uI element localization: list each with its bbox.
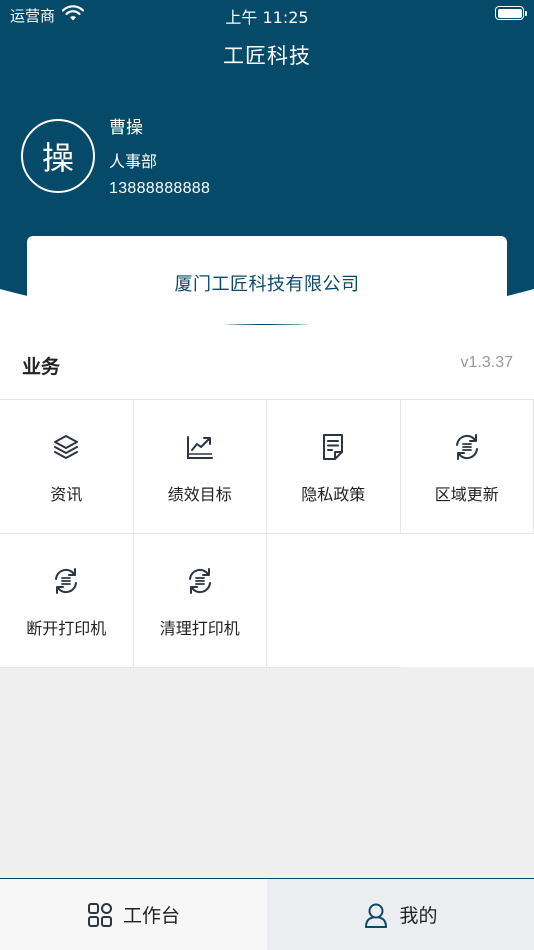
- tab-label: 工作台: [122, 905, 180, 927]
- grid-item-news[interactable]: 资讯: [0, 400, 134, 534]
- tab-label: 我的: [399, 905, 438, 927]
- version-label: v1.3.37: [460, 354, 513, 371]
- grid-item-label: 隐私政策: [301, 485, 366, 504]
- battery-icon: [495, 6, 527, 20]
- chart-trend-icon: [186, 436, 213, 459]
- grid-item-label: 断开打印机: [26, 619, 107, 638]
- user-phone: 13888888888: [109, 180, 211, 197]
- refresh-icon: [455, 434, 478, 460]
- grid-icon: [87, 902, 112, 927]
- page-title: 工匠科技: [223, 44, 311, 68]
- section-title: 业务: [22, 356, 61, 378]
- status-time: 上午 11:25: [225, 8, 309, 27]
- grid-item-label: 区域更新: [434, 485, 499, 504]
- avatar[interactable]: 操: [21, 119, 95, 193]
- business-section: 业务 v1.3.37 资讯 绩效目标 隐私政策 区域更新 断开打印机 清理打印机: [0, 332, 534, 668]
- refresh-icon: [55, 568, 78, 594]
- layers-icon: [54, 435, 79, 459]
- company-name: 厦门工匠科技有限公司: [174, 274, 360, 295]
- grid-item-label: 绩效目标: [167, 485, 232, 504]
- company-card[interactable]: 厦门工匠科技有限公司: [27, 236, 507, 324]
- grid-item-privacy[interactable]: 隐私政策: [267, 400, 401, 534]
- grid-item-label: 资讯: [50, 485, 83, 504]
- user-department: 人事部: [109, 152, 158, 171]
- tab-workbench[interactable]: 工作台: [0, 879, 267, 950]
- refresh-icon: [188, 568, 211, 594]
- user-icon: [365, 903, 388, 928]
- grid-item-disconnect-printer[interactable]: 断开打印机: [0, 534, 134, 668]
- screen: 运营商 上午 11:25 工匠科技 操 曹操 人事部 13888888888 厦…: [0, 0, 534, 950]
- document-icon: [323, 434, 344, 460]
- tab-bar: 工作台 我的: [0, 878, 534, 950]
- grid-empty-cell: [267, 534, 401, 668]
- tab-mine[interactable]: 我的: [267, 879, 534, 950]
- grid-item-label: 清理打印机: [159, 619, 240, 638]
- grid-item-performance[interactable]: 绩效目标: [133, 400, 267, 534]
- status-bar: 运营商 上午 11:25: [0, 0, 534, 28]
- grid-item-clear-printer[interactable]: 清理打印机: [133, 534, 267, 668]
- user-name: 曹操: [109, 118, 143, 138]
- grid-item-region-update[interactable]: 区域更新: [400, 400, 534, 534]
- business-grid: 资讯 绩效目标 隐私政策 区域更新 断开打印机 清理打印机: [0, 399, 534, 668]
